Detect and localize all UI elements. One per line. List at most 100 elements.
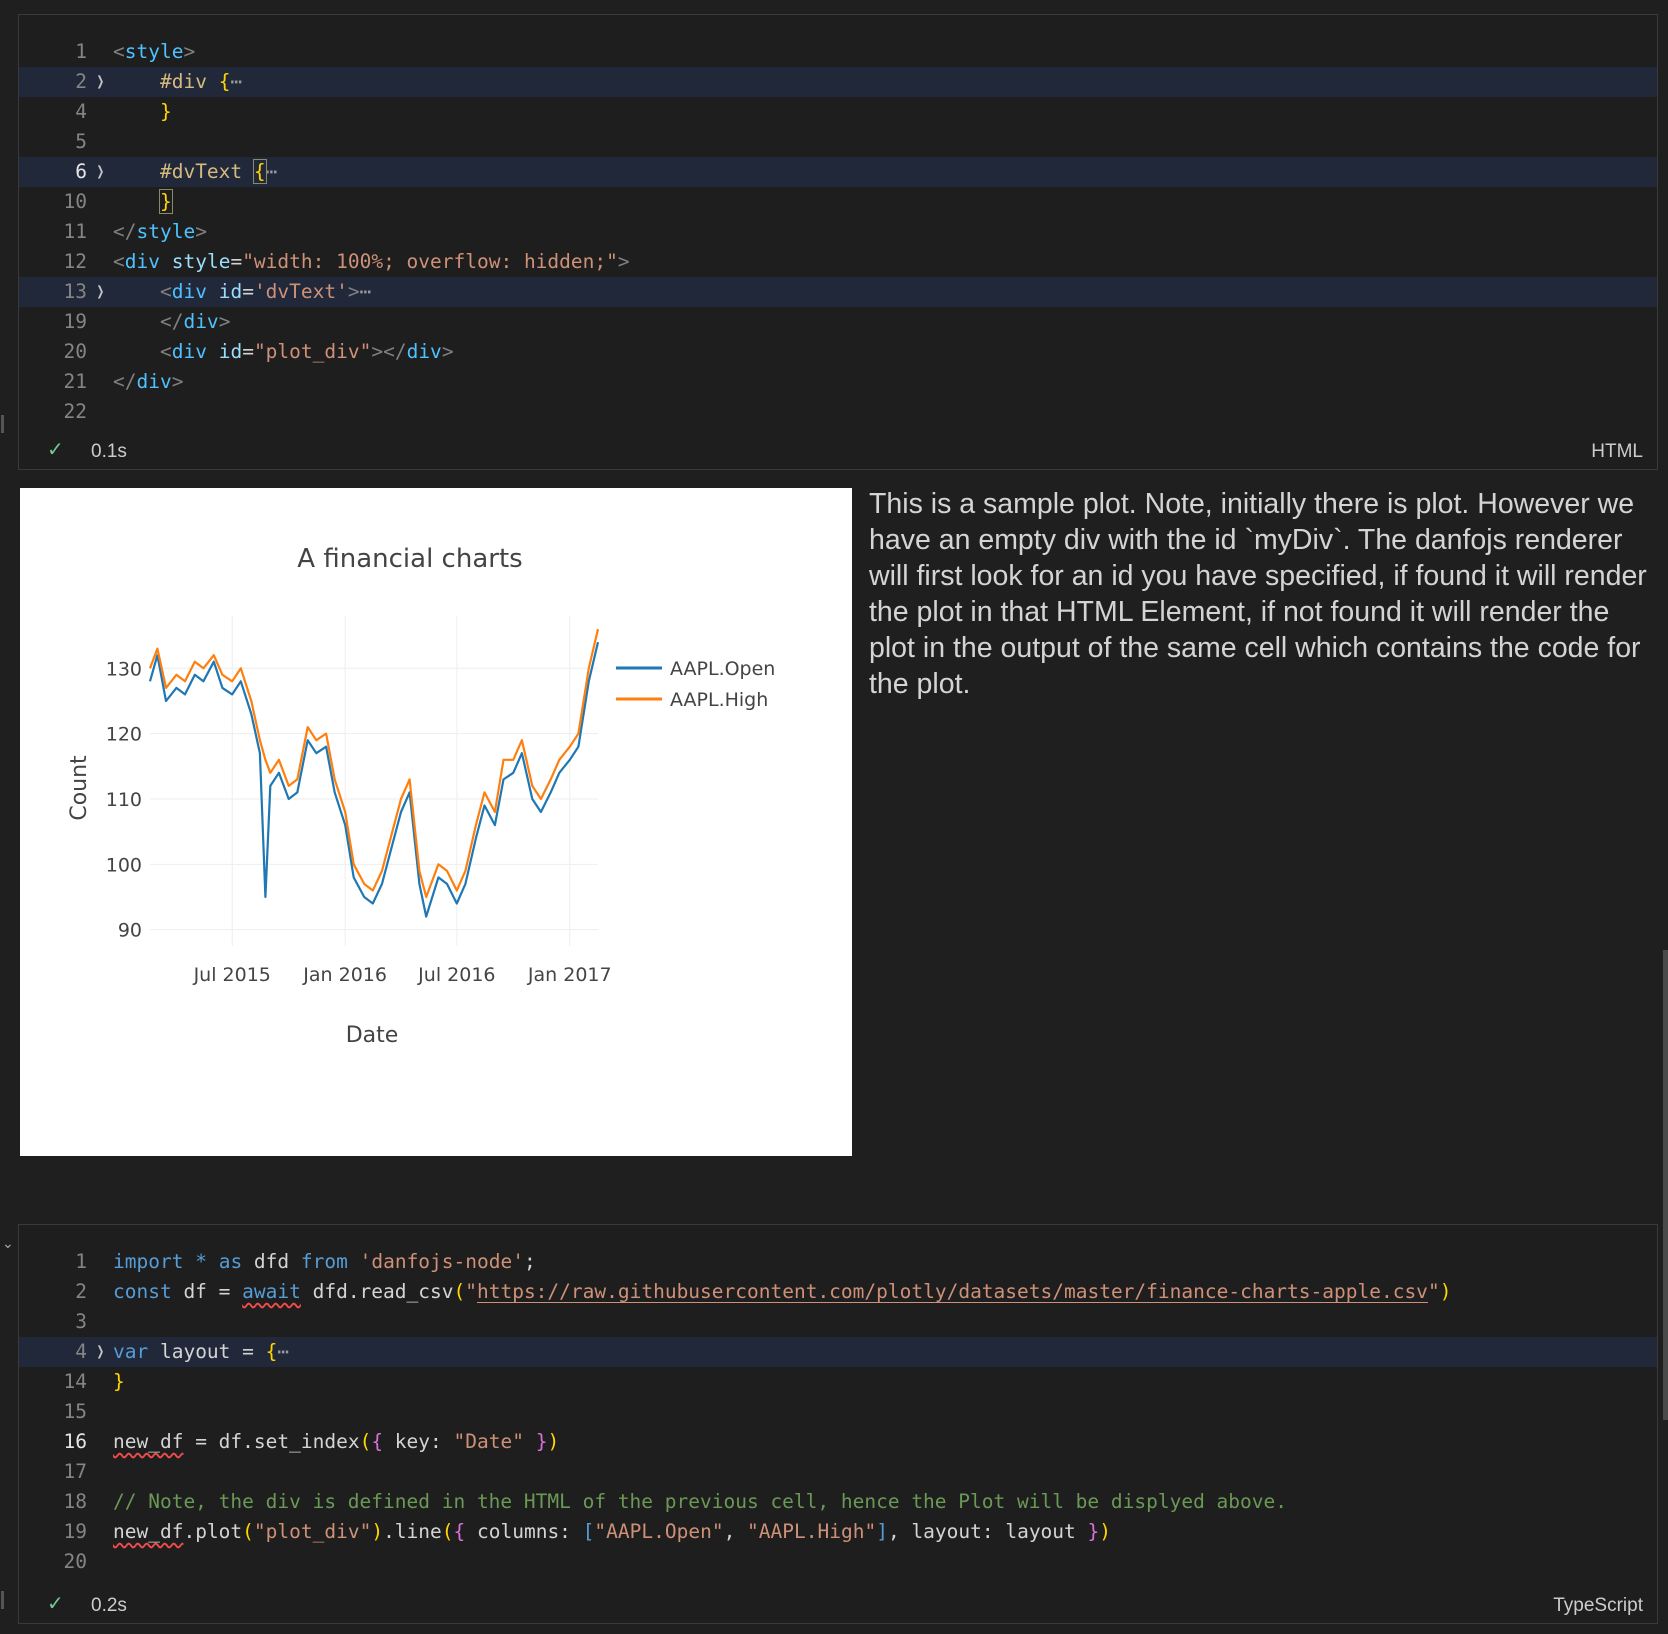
code-text[interactable]: </style>	[113, 217, 207, 247]
cell-language-label[interactable]: HTML	[1591, 441, 1643, 463]
code-line[interactable]: 20	[19, 1547, 1657, 1577]
code-token: (	[359, 1430, 372, 1453]
code-token: from	[300, 1250, 348, 1273]
code-token: =	[242, 280, 254, 303]
line-number: 1	[75, 40, 87, 63]
code-line[interactable]: 4 }	[19, 97, 1657, 127]
code-token: id	[218, 280, 243, 303]
code-text[interactable]: new_df = df.set_index({ key: "Date" })	[113, 1427, 559, 1457]
code-token: = df.set_index	[183, 1430, 360, 1453]
code-text[interactable]: <div id='dvText'>⋯	[113, 277, 371, 307]
code-token: <	[113, 40, 125, 63]
code-line[interactable]: 19 </div>	[19, 307, 1657, 337]
code-token: div	[183, 310, 219, 333]
code-text[interactable]: var layout = {⋯	[113, 1337, 289, 1367]
code-token: }	[113, 1370, 125, 1393]
code-token: "width: 100%; overflow: hidden;"	[242, 250, 618, 273]
code-text[interactable]: <style>	[113, 37, 195, 67]
x-tick-label: Jul 2015	[193, 964, 271, 986]
code-token: , layout: layout	[887, 1520, 1088, 1543]
code-token: ]	[876, 1520, 888, 1543]
typescript-code-cell[interactable]: 1 import * as dfd from 'danfojs-node'; 2 co…	[1, 1224, 1658, 1624]
cell-status-bar: ✓ 0.2s TypeScript	[19, 1587, 1657, 1623]
collapse-chevron-icon[interactable]: ⌄	[2, 1235, 14, 1252]
code-token: key:	[383, 1430, 454, 1453]
line-number: 16	[63, 1430, 87, 1453]
code-line[interactable]: 5	[19, 127, 1657, 157]
code-token: .plot	[183, 1520, 243, 1543]
code-token: div	[124, 250, 160, 273]
code-token: "Date"	[453, 1430, 524, 1453]
code-line[interactable]: 10 }	[19, 187, 1657, 217]
code-line[interactable]: 17	[19, 1457, 1657, 1487]
code-token: )	[547, 1430, 560, 1453]
code-text[interactable]: import * as dfd from 'danfojs-node';	[113, 1247, 536, 1277]
html-code-cell[interactable]: 1 <style> 2 ❯ #div {⋯ 4 } 5 6 ❯ #dvText {⋯ 10 } 1…	[1, 14, 1658, 470]
cell-execution-bar	[1, 1591, 4, 1609]
x-tick-label: Jan 2017	[527, 964, 612, 986]
fold-chevron-icon[interactable]: ❯	[97, 157, 105, 187]
code-token: const	[113, 1280, 172, 1303]
code-line[interactable]: 12 <div style="width: 100%; overflow: hid…	[19, 247, 1657, 277]
code-token: <	[159, 340, 172, 363]
code-line[interactable]: 20 <div id="plot_div"></div>	[19, 337, 1657, 367]
line-number: 20	[63, 1550, 87, 1573]
code-line[interactable]: 22	[19, 397, 1657, 427]
fold-chevron-icon[interactable]: ❯	[97, 277, 105, 307]
code-line[interactable]: 16 new_df = df.set_index({ key: "Date" })	[19, 1427, 1657, 1457]
code-text[interactable]: const df = await dfd.read_csv("https://r…	[113, 1277, 1451, 1307]
code-text[interactable]: #dvText {⋯	[113, 157, 277, 187]
line-number: 19	[63, 310, 87, 333]
code-token: ></	[371, 340, 407, 363]
code-line[interactable]: 6 ❯ #dvText {⋯	[19, 157, 1657, 187]
code-line[interactable]: 11 </style>	[19, 217, 1657, 247]
code-line[interactable]: 14}	[19, 1367, 1657, 1397]
fold-chevron-icon[interactable]: ❯	[97, 1337, 105, 1367]
code-text[interactable]: }	[113, 1367, 125, 1397]
line-number: 15	[63, 1400, 87, 1423]
code-line[interactable]: 15	[19, 1397, 1657, 1427]
code-text[interactable]: new_df.plot("plot_div").line({ columns: …	[113, 1517, 1111, 1547]
code-line[interactable]: 1 import * as dfd from 'danfojs-node';	[19, 1247, 1657, 1277]
code-text[interactable]: // Note, the div is defined in the HTML …	[113, 1487, 1287, 1517]
code-token: }	[159, 100, 172, 123]
code-line[interactable]: 3	[19, 1307, 1657, 1337]
code-token: div	[171, 340, 207, 363]
code-token: {	[453, 1520, 466, 1543]
code-line[interactable]: 21 </div>	[19, 367, 1657, 397]
code-token: >	[347, 280, 360, 303]
x-tick-label: Jan 2016	[302, 964, 387, 986]
code-line[interactable]: 2 const df = await dfd.read_csv("https://…	[19, 1277, 1657, 1307]
code-token: >	[441, 340, 454, 363]
code-line[interactable]: 19 new_df.plot("plot_div").line({ columns…	[19, 1517, 1657, 1547]
code-text[interactable]: #div {⋯	[113, 67, 242, 97]
code-token: dfd	[242, 1250, 301, 1273]
markdown-output: This is a sample plot. Note, initially t…	[869, 488, 1647, 700]
scrollbar[interactable]	[1663, 950, 1668, 1420]
code-editor[interactable]: 1 import * as dfd from 'danfojs-node'; 2 co…	[19, 1247, 1657, 1577]
code-token: dfd.read_csv	[300, 1280, 454, 1303]
code-text[interactable]: }	[113, 97, 172, 127]
y-tick-label: 90	[118, 920, 142, 942]
x-axis-label: Date	[346, 1023, 399, 1048]
code-token: #div	[159, 70, 207, 93]
code-line[interactable]: 18 // Note, the div is defined in the HTM…	[19, 1487, 1657, 1517]
code-editor[interactable]: 1 <style> 2 ❯ #div {⋯ 4 } 5 6 ❯ #dvText {⋯ 10 } 1…	[19, 37, 1657, 427]
cell-language-label[interactable]: TypeScript	[1553, 1595, 1643, 1617]
code-text[interactable]: </div>	[113, 367, 183, 397]
code-text[interactable]: <div style="width: 100%; overflow: hidde…	[113, 247, 630, 277]
fold-chevron-icon[interactable]: ❯	[97, 67, 105, 97]
code-text[interactable]: <div id="plot_div"></div>	[113, 337, 454, 367]
code-line[interactable]: 4 ❯ var layout = {⋯	[19, 1337, 1657, 1367]
execution-time: 0.2s	[91, 1595, 127, 1616]
code-line[interactable]: 1 <style>	[19, 37, 1657, 67]
code-text[interactable]: }	[113, 187, 173, 217]
code-line[interactable]: 2 ❯ #div {⋯	[19, 67, 1657, 97]
code-text[interactable]: </div>	[113, 307, 230, 337]
code-token: style	[124, 40, 184, 63]
code-line[interactable]: 13 ❯ <div id='dvText'>⋯	[19, 277, 1657, 307]
